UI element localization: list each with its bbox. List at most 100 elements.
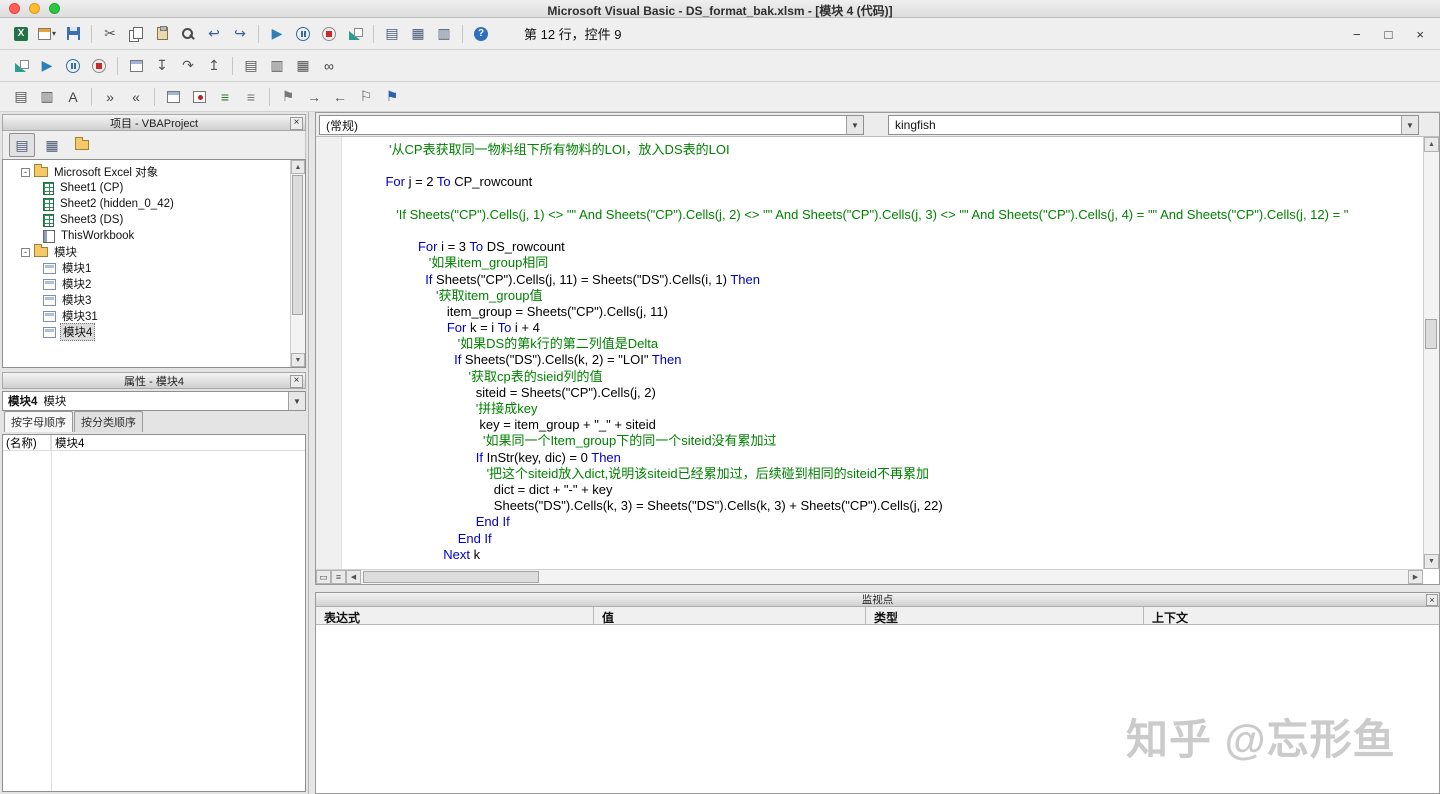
insert-userform-icon[interactable]: ▾ — [34, 22, 60, 46]
complete-word-icon[interactable]: A — [60, 85, 86, 109]
tree-item-label[interactable]: 模块4 — [60, 323, 96, 341]
list-properties-icon[interactable]: ▤ — [8, 85, 34, 109]
code-line[interactable]: '如果同一个Item_group下的同一个siteid没有累加过 — [371, 433, 1423, 449]
scroll-up-button[interactable]: ▲ — [1424, 137, 1439, 152]
tree-item[interactable]: - 模块 — [21, 244, 289, 260]
code-line[interactable]: item_group = Sheets("CP").Cells(j, 11) — [371, 304, 1423, 320]
view-object-icon[interactable]: ▦ — [39, 133, 65, 157]
save-icon[interactable] — [60, 22, 86, 46]
outdent-icon[interactable]: « — [123, 85, 149, 109]
procedure-view-button[interactable]: ▭ — [316, 570, 331, 584]
undo-icon[interactable]: ↩ — [201, 22, 227, 46]
full-module-view-button[interactable]: ≡ — [331, 570, 346, 584]
breakpoint-margin[interactable] — [316, 137, 342, 569]
uncomment-block-icon[interactable]: ≡ — [238, 85, 264, 109]
tree-item-label[interactable]: Sheet2 (hidden_0_42) — [58, 198, 176, 210]
code-horizontal-scrollbar[interactable]: ▭ ≡ ◀ ▶ — [316, 569, 1423, 584]
reset-icon[interactable] — [86, 54, 112, 78]
project-explorer-icon[interactable]: ▤ — [379, 22, 405, 46]
watch-window-icon[interactable]: ▦ — [290, 54, 316, 78]
bookmark-flag-icon[interactable]: ⚑ — [379, 85, 405, 109]
object-dropdown[interactable]: (常规) ▼ — [319, 115, 864, 135]
code-line[interactable]: If Sheets("DS").Cells(k, 2) = "LOI" Then — [371, 352, 1423, 368]
clear-bookmarks-icon[interactable]: ⚐ — [353, 85, 379, 109]
code-line[interactable]: '如果DS的第k行的第二列值是Delta — [371, 336, 1423, 352]
procedure-dropdown[interactable]: kingfish ▼ — [888, 115, 1419, 135]
tree-item[interactable]: 模块1 — [43, 260, 289, 276]
code-line[interactable]: End If — [371, 514, 1423, 530]
code-line[interactable]: '获取item_group值 — [371, 288, 1423, 304]
properties-object-dropdown[interactable]: 模块4 模块 ▼ — [2, 391, 306, 411]
scroll-down-button[interactable]: ▼ — [291, 353, 305, 367]
toggle-folders-icon[interactable] — [69, 133, 95, 157]
scroll-thumb[interactable] — [363, 571, 539, 583]
code-line[interactable]: Next k — [371, 547, 1423, 563]
hand-icon[interactable] — [123, 54, 149, 78]
indent-icon[interactable]: » — [97, 85, 123, 109]
tree-item-label[interactable]: 模块3 — [60, 292, 93, 308]
tree-item-label[interactable]: 模块31 — [60, 308, 100, 324]
tree-expander[interactable]: - — [21, 167, 30, 177]
code-vertical-scrollbar[interactable]: ▲ ▼ — [1423, 137, 1439, 569]
tree-item-label[interactable]: 模块1 — [60, 260, 93, 276]
minimize-button[interactable]: − — [1353, 27, 1361, 42]
property-row[interactable]: (名称) 模块4 — [3, 435, 305, 451]
code-line[interactable]: For k = i To i + 4 — [371, 320, 1423, 336]
redo-icon[interactable]: ↪ — [227, 22, 253, 46]
code-line[interactable]: '拼接成key — [371, 401, 1423, 417]
step-into-icon[interactable]: ↧ — [149, 54, 175, 78]
properties-panel-close-icon[interactable]: × — [290, 374, 303, 388]
watch-col-value[interactable]: 值 — [594, 607, 866, 625]
code-line[interactable]: End If — [371, 531, 1423, 547]
tab-categorized[interactable]: 按分类顺序 — [74, 411, 143, 432]
tree-item-label[interactable]: ThisWorkbook — [59, 230, 136, 242]
restore-button[interactable]: □ — [1385, 27, 1393, 42]
copy-icon[interactable] — [123, 22, 149, 46]
toggle-bookmark-icon[interactable]: ⚑ — [275, 85, 301, 109]
watch-panel-close-icon[interactable]: × — [1426, 594, 1438, 606]
tree-item-label[interactable]: 模块2 — [60, 276, 93, 292]
find-icon[interactable] — [175, 22, 201, 46]
code-line[interactable] — [371, 191, 1423, 207]
code-line[interactable]: siteid = Sheets("CP").Cells(j, 2) — [371, 385, 1423, 401]
tree-item-label[interactable]: 模块 — [52, 244, 79, 260]
hand-icon[interactable] — [160, 85, 186, 109]
code-line[interactable]: '从CP表获取同一物料组下所有物料的LOI，放入DS表的LOI — [371, 142, 1423, 158]
break-icon[interactable] — [290, 22, 316, 46]
run-icon[interactable]: ▶ — [264, 22, 290, 46]
tree-item[interactable]: 模块3 — [43, 292, 289, 308]
code-line[interactable]: dict = dict + "-" + key — [371, 482, 1423, 498]
code-line[interactable]: key = item_group + "_" + siteid — [371, 417, 1423, 433]
step-out-icon[interactable]: ↥ — [201, 54, 227, 78]
design-mode-icon[interactable] — [8, 54, 34, 78]
scroll-thumb[interactable] — [292, 175, 303, 315]
watch-col-type[interactable]: 类型 — [866, 607, 1144, 625]
scroll-thumb[interactable] — [1425, 319, 1437, 349]
tree-item[interactable]: Sheet3 (DS) — [43, 212, 289, 228]
code-line[interactable]: Sheets("DS").Cells(k, 3) = Sheets("DS").… — [371, 498, 1423, 514]
tree-item[interactable]: ThisWorkbook — [43, 228, 289, 244]
scroll-right-button[interactable]: ▶ — [1408, 570, 1423, 584]
help-icon[interactable]: ? — [468, 22, 494, 46]
tree-item[interactable]: 模块31 — [43, 308, 289, 324]
close-button[interactable]: × — [1416, 27, 1424, 42]
tree-item[interactable]: 模块4 — [43, 323, 289, 341]
paste-icon[interactable] — [149, 22, 175, 46]
toggle-breakpoint-icon[interactable] — [186, 85, 212, 109]
scroll-up-button[interactable]: ▲ — [291, 160, 305, 174]
code-line[interactable]: If InStr(key, dic) = 0 Then — [371, 450, 1423, 466]
code-line[interactable]: For j = 2 To CP_rowcount — [371, 174, 1423, 190]
chevron-down-icon[interactable]: ▼ — [846, 116, 863, 134]
chevron-down-icon[interactable]: ▼ — [288, 392, 305, 410]
grid-column-divider[interactable] — [51, 435, 52, 791]
list-constants-icon[interactable]: ▥ — [34, 85, 60, 109]
project-panel-close-icon[interactable]: × — [290, 116, 303, 130]
code-line[interactable] — [371, 223, 1423, 239]
comment-block-icon[interactable]: ≡ — [212, 85, 238, 109]
code-line[interactable]: '如果item_group相同 — [371, 255, 1423, 271]
scroll-left-button[interactable]: ◀ — [346, 570, 361, 584]
tree-item-label[interactable]: Sheet3 (DS) — [58, 214, 125, 226]
tree-item[interactable]: - Microsoft Excel 对象 — [21, 164, 289, 180]
immediate-window-icon[interactable]: ▥ — [264, 54, 290, 78]
code-editor[interactable]: '从CP表获取同一物料组下所有物料的LOI，放入DS表的LOI For j = … — [316, 137, 1423, 569]
